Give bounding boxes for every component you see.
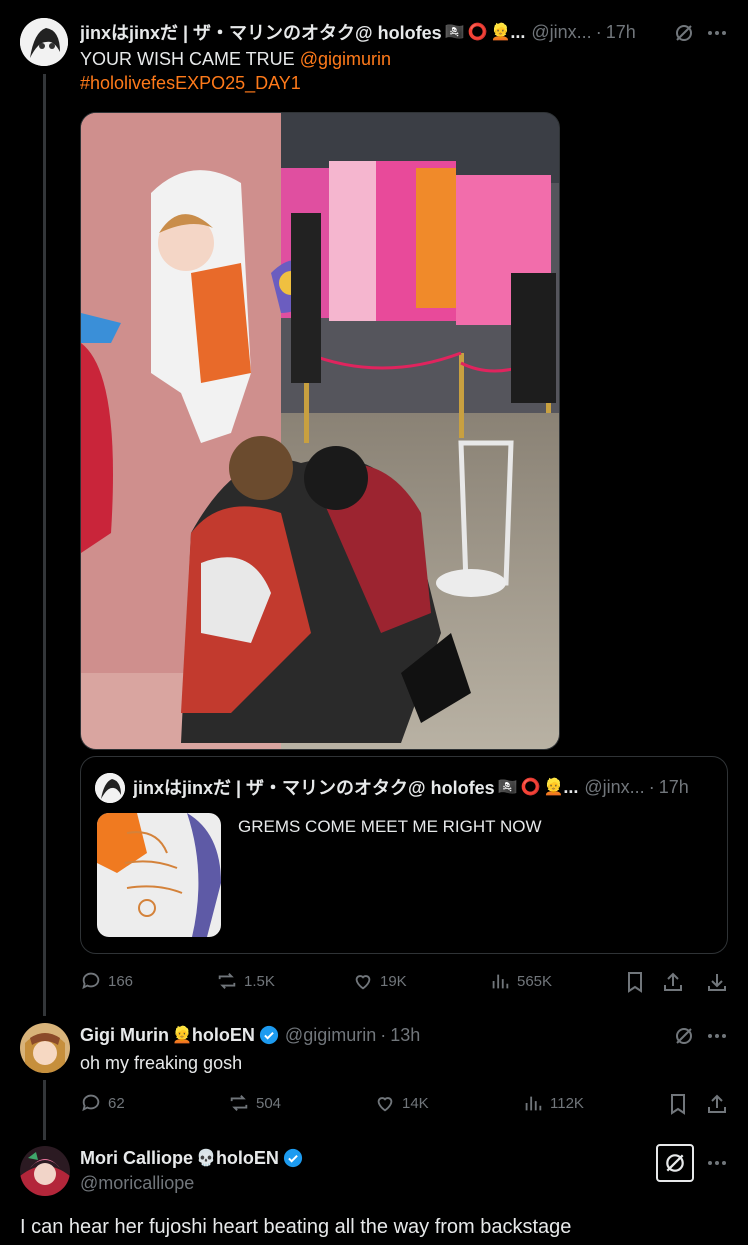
more-icon[interactable] [704, 20, 730, 46]
avatar[interactable] [20, 18, 68, 66]
verified-badge-icon [283, 1148, 303, 1168]
repost-icon [218, 973, 236, 989]
display-name[interactable]: Mori Calliope [80, 1148, 193, 1169]
person-emoji-icon: 👱 [172, 1027, 192, 1044]
share-icon [664, 972, 682, 991]
user-handle[interactable]: @moricalliope [80, 1171, 194, 1195]
person-emoji-icon: 👱 [490, 24, 511, 41]
user-handle: @jinx... [584, 776, 645, 797]
person-emoji-icon: 👱 [543, 779, 564, 796]
bookmark-button[interactable] [665, 1091, 691, 1117]
pirate-flag-icon: 🏴‍☠️ [444, 24, 465, 41]
anchor-badge-icon: ⭕ [520, 779, 541, 796]
grok-icon[interactable] [671, 1023, 697, 1049]
thread-line [43, 1080, 46, 1140]
quoted-tweet[interactable]: jinxはjinxだ | ザ・マリンのオタク@ holofes 🏴‍☠️ ⭕ 👱… [80, 756, 728, 954]
skull-emoji-icon: 💀 [196, 1150, 216, 1167]
tweet-header: Mori Calliope 💀 holoEN [80, 1146, 480, 1170]
heart-icon [355, 975, 371, 990]
tweet-header: jinxはjinxだ | ザ・マリンのオタク@ holofes 🏴‍☠️ ⭕ 👱… [80, 20, 640, 44]
avatar[interactable] [20, 1146, 70, 1196]
repost-button[interactable]: 1.5K [216, 970, 275, 992]
share-button[interactable] [660, 969, 686, 995]
hashtag-link[interactable]: #hololivefesEXPO25_DAY1 [80, 73, 301, 93]
repost-button[interactable]: 504 [228, 1092, 281, 1114]
grok-button[interactable] [656, 1144, 694, 1182]
heart-icon [377, 1097, 393, 1112]
mention-link[interactable]: @gigimurin [300, 49, 391, 69]
views-button[interactable]: 112K [522, 1092, 584, 1114]
user-handle[interactable]: @gigimurin [285, 1025, 376, 1046]
views-icon [492, 974, 509, 989]
timestamp: 17h [658, 776, 689, 797]
reply-button[interactable]: 62 [80, 1092, 125, 1114]
avatar[interactable] [20, 1023, 70, 1073]
display-name[interactable]: jinxはjinxだ | ザ・マリンのオタク@ holofes [80, 20, 442, 44]
reply-icon [82, 972, 100, 990]
repost-icon [230, 1095, 248, 1111]
timestamp[interactable]: 17h [606, 22, 636, 43]
like-button[interactable]: 19K [352, 970, 407, 992]
more-icon[interactable] [704, 1150, 730, 1176]
timestamp[interactable]: 13h [390, 1025, 420, 1046]
bookmark-icon [628, 972, 642, 993]
separator-dot: · [380, 1024, 387, 1045]
separator-dot: · [648, 776, 655, 797]
quoted-header: jinxはjinxだ | ザ・マリンのオタク@ holofes 🏴‍☠️ ⭕ 👱… [133, 775, 723, 799]
quoted-photo[interactable] [97, 813, 221, 937]
avatar [95, 773, 125, 803]
tweet-text: oh my freaking gosh [80, 1053, 243, 1073]
views-icon [525, 1096, 542, 1111]
views-button[interactable]: 565K [489, 970, 552, 992]
share-button[interactable] [704, 1091, 730, 1117]
download-icon [708, 974, 726, 991]
verified-badge-icon [259, 1025, 279, 1045]
like-button[interactable]: 14K [374, 1092, 429, 1114]
download-button[interactable] [704, 969, 730, 995]
quoted-text: GREMS COME MEET ME RIGHT NOW [238, 817, 542, 836]
grok-icon[interactable] [671, 20, 697, 46]
display-name: jinxはjinxだ | ザ・マリンのオタク@ holofes [133, 778, 495, 798]
thread-line [43, 74, 46, 1016]
share-icon [708, 1094, 726, 1113]
user-handle[interactable]: @jinx... [531, 22, 591, 43]
tweet-header: Gigi Murin 👱 holoEN @gigimurin · 13h [80, 1024, 421, 1046]
reply-icon [82, 1094, 100, 1112]
bookmark-button[interactable] [622, 969, 648, 995]
tweet-photo[interactable] [80, 112, 560, 750]
display-name[interactable]: Gigi Murin [80, 1025, 169, 1046]
bookmark-icon [671, 1094, 685, 1115]
more-icon[interactable] [704, 1023, 730, 1049]
anchor-badge-icon: ⭕ [467, 24, 488, 41]
tweet-text: I can hear her fujoshi heart beating all… [20, 1216, 572, 1238]
pirate-flag-icon: 🏴‍☠️ [497, 779, 518, 796]
separator-dot: · [595, 21, 602, 42]
reply-button[interactable]: 166 [80, 970, 133, 992]
tweet-text: YOUR WISH CAME TRUE @gigimurin #hololive… [80, 49, 391, 93]
grok-icon [666, 1154, 684, 1172]
